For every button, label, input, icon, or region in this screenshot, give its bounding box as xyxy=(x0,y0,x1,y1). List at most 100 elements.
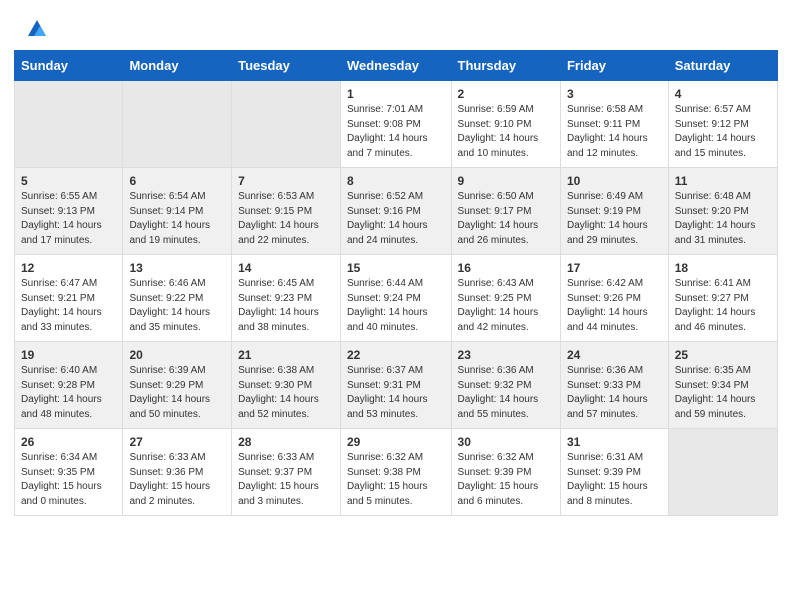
day-number: 30 xyxy=(458,435,554,449)
calendar-table: SundayMondayTuesdayWednesdayThursdayFrid… xyxy=(14,50,778,516)
calendar-cell: 31 Sunrise: 6:31 AM Sunset: 9:39 PM Dayli… xyxy=(560,429,668,516)
day-number: 10 xyxy=(567,174,662,188)
day-info: Sunrise: 6:32 AM Sunset: 9:38 PM Dayligh… xyxy=(347,451,445,509)
day-info: Sunrise: 6:32 AM Sunset: 9:39 PM Dayligh… xyxy=(458,451,554,509)
day-number: 7 xyxy=(238,174,334,188)
day-info: Sunrise: 6:48 AM Sunset: 9:20 PM Dayligh… xyxy=(675,190,771,248)
calendar-cell: 5Sunrise: 6:55 AM Sunset: 9:13 PM Daylig… xyxy=(15,168,123,255)
calendar-cell xyxy=(668,429,777,516)
logo-icon xyxy=(26,18,48,40)
calendar-cell: 16 Sunrise: 6:43 AM Sunset: 9:25 PM Dayli… xyxy=(451,255,560,342)
calendar-header-row: SundayMondayTuesdayWednesdayThursdayFrid… xyxy=(15,51,778,81)
calendar-cell: 25 Sunrise: 6:35 AM Sunset: 9:34 PM Dayli… xyxy=(668,342,777,429)
calendar-cell: 18 Sunrise: 6:41 AM Sunset: 9:27 PM Dayli… xyxy=(668,255,777,342)
calendar-cell: 11 Sunrise: 6:48 AM Sunset: 9:20 PM Dayli… xyxy=(668,168,777,255)
day-info: Sunrise: 6:47 AM Sunset: 9:21 PM Dayligh… xyxy=(21,277,116,335)
day-number: 13 xyxy=(129,261,225,275)
calendar-week-row: 26 Sunrise: 6:34 AM Sunset: 9:35 PM Dayli… xyxy=(15,429,778,516)
day-info: Sunrise: 6:37 AM Sunset: 9:31 PM Dayligh… xyxy=(347,364,445,422)
day-info: Sunrise: 6:39 AM Sunset: 9:29 PM Dayligh… xyxy=(129,364,225,422)
calendar-cell: 3Sunrise: 6:58 AM Sunset: 9:11 PM Daylig… xyxy=(560,81,668,168)
calendar-cell: 13 Sunrise: 6:46 AM Sunset: 9:22 PM Dayli… xyxy=(123,255,232,342)
day-info: Sunrise: 6:33 AM Sunset: 9:36 PM Dayligh… xyxy=(129,451,225,509)
day-info: Sunrise: 6:50 AM Sunset: 9:17 PM Dayligh… xyxy=(458,190,554,248)
day-number: 26 xyxy=(21,435,116,449)
calendar-cell: 15 Sunrise: 6:44 AM Sunset: 9:24 PM Dayli… xyxy=(340,255,451,342)
day-info: Sunrise: 6:42 AM Sunset: 9:26 PM Dayligh… xyxy=(567,277,662,335)
day-number: 20 xyxy=(129,348,225,362)
day-info: Sunrise: 6:44 AM Sunset: 9:24 PM Dayligh… xyxy=(347,277,445,335)
day-number: 2 xyxy=(458,87,554,101)
day-info: Sunrise: 6:31 AM Sunset: 9:39 PM Dayligh… xyxy=(567,451,662,509)
day-number: 21 xyxy=(238,348,334,362)
calendar-cell: 28Sunrise: 6:33 AM Sunset: 9:37 PM Dayli… xyxy=(232,429,341,516)
day-number: 31 xyxy=(567,435,662,449)
calendar-cell: 10 Sunrise: 6:49 AM Sunset: 9:19 PM Dayli… xyxy=(560,168,668,255)
calendar-cell: 27 Sunrise: 6:33 AM Sunset: 9:36 PM Dayli… xyxy=(123,429,232,516)
calendar-cell: 20 Sunrise: 6:39 AM Sunset: 9:29 PM Dayli… xyxy=(123,342,232,429)
day-number: 12 xyxy=(21,261,116,275)
calendar-cell: 21 Sunrise: 6:38 AM Sunset: 9:30 PM Dayli… xyxy=(232,342,341,429)
calendar-cell xyxy=(232,81,341,168)
day-info: Sunrise: 6:52 AM Sunset: 9:16 PM Dayligh… xyxy=(347,190,445,248)
calendar-cell: 7 Sunrise: 6:53 AM Sunset: 9:15 PM Daylig… xyxy=(232,168,341,255)
day-of-week-header: Friday xyxy=(560,51,668,81)
day-info: Sunrise: 6:55 AM Sunset: 9:13 PM Dayligh… xyxy=(21,190,116,248)
day-info: Sunrise: 6:35 AM Sunset: 9:34 PM Dayligh… xyxy=(675,364,771,422)
day-number: 17 xyxy=(567,261,662,275)
day-number: 15 xyxy=(347,261,445,275)
calendar-cell: 9 Sunrise: 6:50 AM Sunset: 9:17 PM Daylig… xyxy=(451,168,560,255)
day-info: Sunrise: 6:41 AM Sunset: 9:27 PM Dayligh… xyxy=(675,277,771,335)
calendar-cell: 22 Sunrise: 6:37 AM Sunset: 9:31 PM Dayli… xyxy=(340,342,451,429)
calendar-cell: 2 Sunrise: 6:59 AM Sunset: 9:10 PM Daylig… xyxy=(451,81,560,168)
day-number: 22 xyxy=(347,348,445,362)
calendar-cell: 17 Sunrise: 6:42 AM Sunset: 9:26 PM Dayli… xyxy=(560,255,668,342)
day-number: 8 xyxy=(347,174,445,188)
day-number: 4 xyxy=(675,87,771,101)
calendar-cell: 24 Sunrise: 6:36 AM Sunset: 9:33 PM Dayli… xyxy=(560,342,668,429)
day-of-week-header: Saturday xyxy=(668,51,777,81)
day-of-week-header: Tuesday xyxy=(232,51,341,81)
calendar-cell: 30 Sunrise: 6:32 AM Sunset: 9:39 PM Dayli… xyxy=(451,429,560,516)
calendar-cell xyxy=(15,81,123,168)
day-info: Sunrise: 6:45 AM Sunset: 9:23 PM Dayligh… xyxy=(238,277,334,335)
day-of-week-header: Sunday xyxy=(15,51,123,81)
calendar-cell: 12 Sunrise: 6:47 AM Sunset: 9:21 PM Dayli… xyxy=(15,255,123,342)
day-number: 27 xyxy=(129,435,225,449)
day-info: Sunrise: 6:34 AM Sunset: 9:35 PM Dayligh… xyxy=(21,451,116,509)
day-number: 11 xyxy=(675,174,771,188)
day-number: 28 xyxy=(238,435,334,449)
day-number: 18 xyxy=(675,261,771,275)
day-number: 3 xyxy=(567,87,662,101)
day-of-week-header: Thursday xyxy=(451,51,560,81)
day-info: Sunrise: 6:43 AM Sunset: 9:25 PM Dayligh… xyxy=(458,277,554,335)
day-number: 23 xyxy=(458,348,554,362)
day-info: Sunrise: 6:53 AM Sunset: 9:15 PM Dayligh… xyxy=(238,190,334,248)
day-number: 24 xyxy=(567,348,662,362)
day-info: Sunrise: 6:49 AM Sunset: 9:19 PM Dayligh… xyxy=(567,190,662,248)
calendar-week-row: 1Sunrise: 7:01 AM Sunset: 9:08 PM Daylig… xyxy=(15,81,778,168)
day-info: Sunrise: 6:57 AM Sunset: 9:12 PM Dayligh… xyxy=(675,103,771,161)
day-info: Sunrise: 6:40 AM Sunset: 9:28 PM Dayligh… xyxy=(21,364,116,422)
calendar-cell: 29 Sunrise: 6:32 AM Sunset: 9:38 PM Dayli… xyxy=(340,429,451,516)
calendar-cell: 8 Sunrise: 6:52 AM Sunset: 9:16 PM Daylig… xyxy=(340,168,451,255)
day-info: Sunrise: 7:01 AM Sunset: 9:08 PM Dayligh… xyxy=(347,103,445,161)
day-info: Sunrise: 6:59 AM Sunset: 9:10 PM Dayligh… xyxy=(458,103,554,161)
day-number: 9 xyxy=(458,174,554,188)
day-info: Sunrise: 6:38 AM Sunset: 9:30 PM Dayligh… xyxy=(238,364,334,422)
day-number: 29 xyxy=(347,435,445,449)
day-of-week-header: Wednesday xyxy=(340,51,451,81)
calendar-container: SundayMondayTuesdayWednesdayThursdayFrid… xyxy=(0,50,792,530)
calendar-week-row: 12 Sunrise: 6:47 AM Sunset: 9:21 PM Dayli… xyxy=(15,255,778,342)
day-info: Sunrise: 6:46 AM Sunset: 9:22 PM Dayligh… xyxy=(129,277,225,335)
day-info: Sunrise: 6:36 AM Sunset: 9:32 PM Dayligh… xyxy=(458,364,554,422)
day-info: Sunrise: 6:36 AM Sunset: 9:33 PM Dayligh… xyxy=(567,364,662,422)
day-info: Sunrise: 6:54 AM Sunset: 9:14 PM Dayligh… xyxy=(129,190,225,248)
calendar-week-row: 5Sunrise: 6:55 AM Sunset: 9:13 PM Daylig… xyxy=(15,168,778,255)
calendar-cell: 1Sunrise: 7:01 AM Sunset: 9:08 PM Daylig… xyxy=(340,81,451,168)
day-number: 14 xyxy=(238,261,334,275)
calendar-cell: 26 Sunrise: 6:34 AM Sunset: 9:35 PM Dayli… xyxy=(15,429,123,516)
day-number: 16 xyxy=(458,261,554,275)
day-of-week-header: Monday xyxy=(123,51,232,81)
day-number: 25 xyxy=(675,348,771,362)
